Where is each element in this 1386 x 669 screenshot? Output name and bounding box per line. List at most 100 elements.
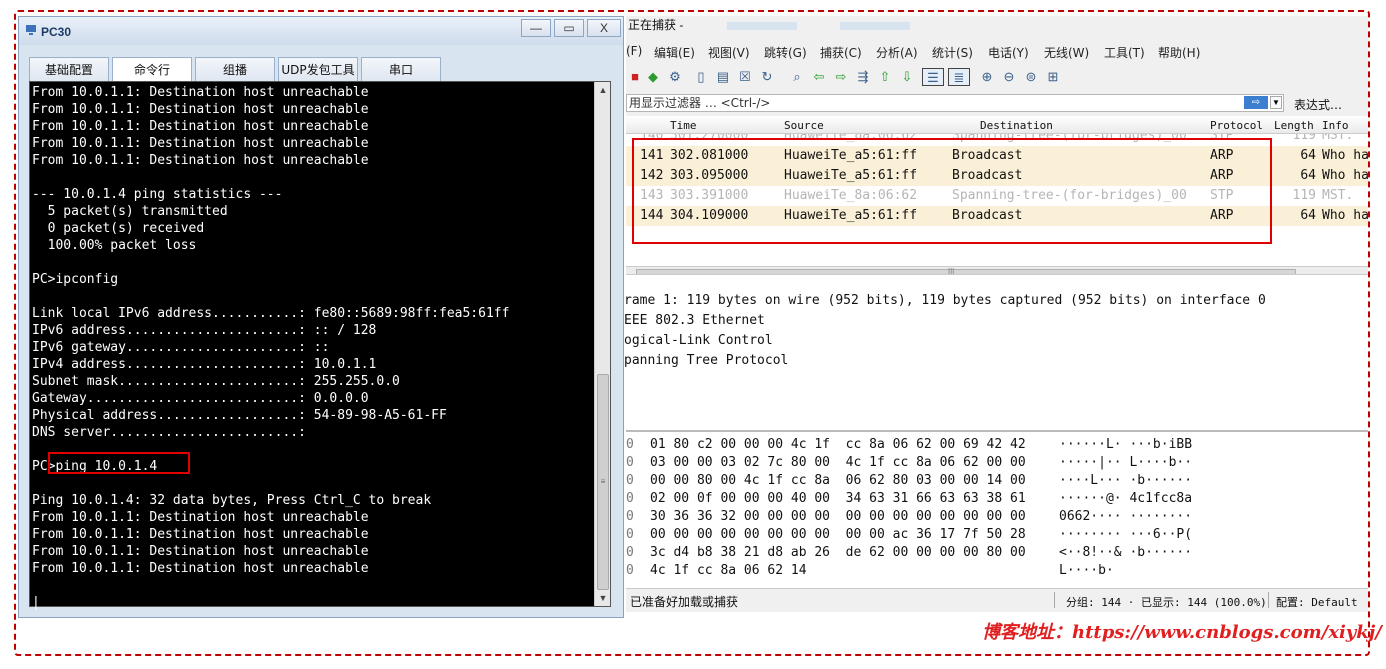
colorize-icon[interactable]: ≣ [948,68,970,86]
packet-bytes: 0 01 80 c2 00 00 00 4c 1f cc 8a 06 62 00 … [626,430,1368,594]
byte-offset: 0 [626,491,634,506]
wireshark-title: 正在捕获 - [628,18,684,32]
console-line: From 10.0.1.1: Destination host unreacha… [32,544,369,559]
packet-cell-info: MST. [1322,188,1354,203]
find-packet-icon[interactable]: ⌕ [788,68,806,86]
last-packet-icon[interactable]: ⇩ [898,68,916,86]
zoom-normal-icon[interactable]: ⊜ [1022,68,1040,86]
byte-offset: 0 [626,473,634,488]
expression-button[interactable]: 表达式… [1294,96,1342,113]
console-line: Ping 10.0.1.4: 32 data bytes, Press Ctrl… [32,493,432,508]
zoom-in-icon[interactable]: ⊕ [978,68,996,86]
ascii-bytes: ······L· ···b·iBB [1059,437,1193,452]
column-destination[interactable]: Destination [980,119,1053,132]
console-line: From 10.0.1.1: Destination host unreacha… [32,527,369,542]
filter-dropdown-icon[interactable]: ▼ [1270,96,1282,109]
packet-cell-length: 64 [1300,208,1316,223]
wireshark-toolbar: ■ ◆ ⚙ ▯ ▤ ☒ ↻ ⌕ ⇦ ⇨ ⇶ ⇧ ⇩ ☰ ≣ ⊕ ⊖ ⊜ ⊞ [626,66,1368,90]
tab-serial[interactable]: 串口 [361,57,441,81]
minimize-button[interactable]: — [521,19,551,37]
menu-statistics[interactable]: 统计(S) [932,44,973,61]
console-line: From 10.0.1.1: Destination host unreacha… [32,102,369,117]
zoom-out-icon[interactable]: ⊖ [1000,68,1018,86]
tab-command-line[interactable]: 命令行 [112,57,192,81]
packet-cell-length: 119 [1292,134,1316,143]
maximize-button[interactable]: ▭ [554,19,584,37]
scroll-up-arrow-icon[interactable]: ▲ [595,82,611,98]
console-line: DNS server........................: [32,425,306,440]
menu-file[interactable]: (F) [626,44,642,58]
console-line: Subnet mask.......................: 255.… [32,374,400,389]
autoscroll-icon[interactable]: ☰ [922,68,944,86]
hex-bytes: 4c 1f cc 8a 06 62 14 [650,563,807,578]
close-button[interactable]: X [587,19,621,37]
tab-udp-tool[interactable]: UDP发包工具 [278,57,358,81]
status-divider [1268,592,1269,608]
stop-capture-icon[interactable]: ■ [626,68,644,86]
restart-capture-icon[interactable]: ◆ [644,68,662,86]
apply-filter-icon[interactable]: ⇨ [1244,96,1268,109]
column-length[interactable]: Length [1274,119,1314,132]
wireshark-titlebar: 正在捕获 - [626,16,1368,36]
save-file-icon[interactable]: ▤ [714,68,732,86]
detail-tree-item[interactable]: panning Tree Protocol [624,351,788,371]
reload-file-icon[interactable]: ↻ [758,68,776,86]
ascii-bytes: ·····|·· L····b·· [1059,455,1193,470]
column-time[interactable]: Time [670,119,697,132]
menu-capture[interactable]: 捕获(C) [820,44,862,61]
hex-bytes: 3c d4 b8 38 21 d8 ab 26 de 62 00 00 00 0… [650,545,1026,560]
tab-multicast[interactable]: 组播 [195,57,275,81]
menu-go[interactable]: 跳转(G) [764,44,807,61]
console-line: IPv6 gateway......................: :: [32,340,330,355]
close-file-icon[interactable]: ☒ [736,68,754,86]
status-packet-counts: 分组: 144 · 已显示: 144 (100.0%) [1066,596,1267,609]
blurred-title-segment [726,21,797,30]
ascii-bytes: ········ ···6··P( [1059,527,1193,542]
column-source[interactable]: Source [784,119,824,132]
pc30-window: PC30 — ▭ X 基础配置 命令行 组播 UDP发包工具 串口 From 1… [18,16,624,618]
detail-tree-item[interactable]: EEE 802.3 Ethernet [624,311,765,331]
detail-tree-item[interactable]: rame 1: 119 bytes on wire (952 bits), 11… [624,291,1266,311]
byte-offset: 0 [626,527,634,542]
resize-columns-icon[interactable]: ⊞ [1044,68,1062,86]
go-back-icon[interactable]: ⇦ [810,68,828,86]
display-filter-input[interactable]: 用显示过滤器 … <Ctrl-/> [626,94,1284,112]
open-file-icon[interactable]: ▯ [692,68,710,86]
ascii-bytes: ····L··· ·b······ [1059,473,1193,488]
console-line: From 10.0.1.1: Destination host unreacha… [32,153,369,168]
console-output: From 10.0.1.1: Destination host unreacha… [32,84,592,611]
menu-tools[interactable]: 工具(T) [1104,44,1145,61]
command-console[interactable]: From 10.0.1.1: Destination host unreacha… [29,81,611,610]
hex-bytes: 02 00 0f 00 00 00 40 00 34 63 31 66 63 6… [650,491,1026,506]
console-line: From 10.0.1.1: Destination host unreacha… [32,136,369,151]
menu-telephony[interactable]: 电话(Y) [988,44,1029,61]
first-packet-icon[interactable]: ⇧ [876,68,894,86]
byte-offset: 0 [626,545,634,560]
scroll-down-arrow-icon[interactable]: ▼ [595,590,611,606]
ascii-bytes: L····b· [1059,563,1114,578]
menu-wireless[interactable]: 无线(W) [1044,44,1089,61]
tab-basic-config[interactable]: 基础配置 [29,57,109,81]
console-scrollbar[interactable]: ▲ ≡ ▼ [594,82,610,606]
go-forward-icon[interactable]: ⇨ [832,68,850,86]
menu-analyze[interactable]: 分析(A) [876,44,918,61]
status-profile[interactable]: 配置: Default [1276,594,1358,610]
column-protocol[interactable]: Protocol [1210,119,1263,132]
capture-options-icon[interactable]: ⚙ [666,68,684,86]
console-line: | [32,595,40,610]
console-line: Gateway...........................: 0.0.… [32,391,369,406]
console-line: From 10.0.1.1: Destination host unreacha… [32,85,369,100]
byte-offset: 0 [626,437,634,452]
hex-bytes: 00 00 00 00 00 00 00 00 00 00 ac 36 17 7… [650,527,1026,542]
menu-help[interactable]: 帮助(H) [1158,44,1200,61]
detail-tree-item[interactable]: ogical-Link Control [624,331,773,351]
menu-edit[interactable]: 编辑(E) [654,44,695,61]
menu-view[interactable]: 视图(V) [708,44,750,61]
wireshark-statusbar: 已准备好加载或捕获 分组: 144 · 已显示: 144 (100.0%) 配置… [626,588,1368,610]
column-info[interactable]: Info [1322,119,1349,132]
ping-command-highlight [48,452,190,474]
hex-bytes: 01 80 c2 00 00 00 4c 1f cc 8a 06 62 00 6… [650,437,1026,452]
go-to-packet-icon[interactable]: ⇶ [854,68,872,86]
